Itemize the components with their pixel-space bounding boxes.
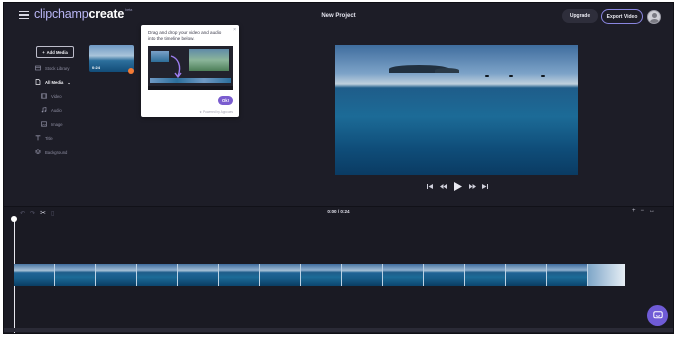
sidebar-item-image[interactable]: Image (41, 121, 63, 127)
play-button[interactable] (453, 182, 463, 191)
avatar[interactable] (647, 10, 661, 24)
preview-rock (485, 75, 489, 77)
onboarding-tooltip: × Drag and drop your video and audio int… (141, 25, 239, 117)
clip-frame (342, 264, 383, 286)
preview-rock (541, 75, 545, 77)
title-icon (35, 135, 41, 141)
playhead-handle[interactable] (11, 216, 17, 222)
sidebar-item-label: Image (51, 121, 63, 127)
chat-icon (652, 311, 663, 319)
video-preview (335, 45, 578, 175)
clip-frame (383, 264, 424, 286)
demo-timeline-track (150, 78, 231, 83)
rewind-icon (439, 184, 447, 189)
clip-frame (301, 264, 342, 286)
sidebar-item-background[interactable]: Background (35, 149, 67, 155)
skip-to-start-button[interactable] (426, 182, 434, 191)
upgrade-button[interactable]: Upgrade (562, 9, 598, 23)
app-window: clipchampcreatebeta New Project Upgrade … (3, 2, 674, 334)
plus-icon: + (42, 49, 45, 55)
zoom-out-icon[interactable]: − (641, 208, 645, 214)
clip-duration: 0:24 (92, 65, 101, 70)
add-media-button[interactable]: + Add Media (36, 46, 74, 58)
close-icon[interactable]: × (233, 27, 236, 33)
clip-end (588, 264, 625, 286)
library-icon (35, 65, 41, 71)
sidebar-item-label: Stock Library (45, 65, 70, 71)
clip-frame (219, 264, 260, 286)
clip-frame (465, 264, 506, 286)
tooltip-demo-image (148, 46, 233, 90)
sidebar-item-label: All Media (45, 79, 64, 85)
image-icon (41, 121, 47, 127)
sidebar-item-stock-library[interactable]: Stock Library (35, 65, 69, 71)
sidebar-item-label: Title (45, 135, 53, 141)
zoom-controls: + − ↔ (632, 208, 655, 214)
clip-frame (96, 264, 137, 286)
fit-width-icon[interactable]: ↔ (649, 208, 655, 214)
sidebar-item-label: Audio (51, 107, 62, 113)
rewind-button[interactable] (439, 182, 447, 191)
clip-frame (424, 264, 465, 286)
video-track-clip[interactable] (14, 264, 625, 286)
sidebar-item-label: Video (51, 93, 62, 99)
layers-icon (35, 149, 41, 155)
logo-badge: beta (125, 7, 133, 12)
skip-to-end-button[interactable] (481, 182, 489, 191)
demo-timeline-bar (148, 86, 233, 90)
chevron-down-icon: ⌄ (67, 79, 71, 85)
tooltip-text: Drag and drop your video and audio into … (148, 30, 222, 41)
clip-frame (55, 264, 96, 286)
file-icon (35, 79, 41, 85)
clip-frame (506, 264, 547, 286)
timeline-scrollbar[interactable] (4, 328, 673, 332)
music-icon (41, 107, 47, 113)
sidebar-item-label: Background (45, 149, 68, 155)
sidebar-item-title[interactable]: Title (35, 135, 53, 141)
export-video-button[interactable]: Export Video (601, 9, 643, 24)
demo-preview (189, 49, 229, 71)
chat-button[interactable] (647, 305, 668, 326)
skip-start-icon (427, 184, 433, 189)
new-media-badge (128, 68, 134, 74)
ok-button[interactable]: Ok! (218, 96, 233, 105)
sidebar-item-all-media[interactable]: All Media ⌄ (35, 79, 71, 85)
film-icon (41, 93, 47, 99)
fast-forward-button[interactable] (468, 182, 476, 191)
powered-by-label: ★ Powered by Appcues (199, 110, 233, 114)
clip-frame (137, 264, 178, 286)
preview-hill (435, 68, 459, 73)
media-clip-thumbnail[interactable]: 0:24 (89, 45, 134, 72)
sidebar-item-audio[interactable]: Audio (41, 107, 62, 113)
sidebar-item-video[interactable]: Video (41, 93, 62, 99)
clip-frame (260, 264, 301, 286)
clip-frame (14, 264, 55, 286)
demo-thumbnail (151, 51, 169, 62)
preview-rock (509, 75, 513, 77)
timeline-time-display: 0:00 / 0:24 (327, 209, 350, 214)
skip-end-icon (482, 184, 488, 189)
add-media-label: Add Media (46, 49, 68, 55)
clip-frame (547, 264, 588, 286)
clip-frame (178, 264, 219, 286)
zoom-in-icon[interactable]: + (632, 208, 636, 214)
drag-arrow-icon (170, 55, 182, 79)
play-icon (454, 182, 462, 191)
fast-forward-icon (468, 184, 476, 189)
